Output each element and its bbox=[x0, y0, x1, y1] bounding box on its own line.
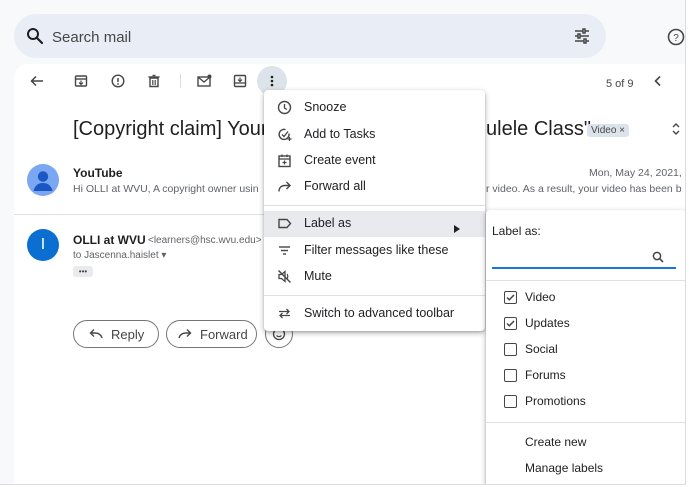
mark-unread-icon[interactable] bbox=[197, 74, 212, 93]
checkbox-social[interactable] bbox=[504, 343, 517, 356]
label-icon bbox=[277, 216, 292, 236]
message-sender: OLLI at WVU bbox=[73, 233, 146, 247]
menu-item-label: Snooze bbox=[304, 100, 347, 114]
label-option-updates[interactable]: Updates bbox=[525, 316, 570, 330]
menu-item-filter[interactable]: Filter messages like these bbox=[264, 238, 485, 264]
pager-count: 5 of 9 bbox=[606, 78, 634, 90]
swap-icon bbox=[277, 306, 292, 326]
message-snippet-continued[interactable]: r video. As a result, your video has bee… bbox=[486, 183, 682, 195]
checkbox-video[interactable] bbox=[504, 291, 517, 304]
report-spam-icon[interactable] bbox=[111, 74, 125, 93]
label-option-video[interactable]: Video bbox=[525, 290, 555, 304]
gmail-window: ? 5 of 9 [Copyright claim] Your v ulele … bbox=[0, 0, 686, 485]
menu-item-label: Switch to advanced toolbar bbox=[304, 306, 455, 320]
add-task-icon bbox=[277, 127, 292, 147]
menu-item-label: Add to Tasks bbox=[304, 127, 376, 141]
expand-all-icon[interactable] bbox=[671, 121, 681, 142]
create-new-label-link[interactable]: Create new bbox=[525, 435, 586, 449]
label-option-forums[interactable]: Forums bbox=[525, 368, 566, 382]
menu-divider bbox=[264, 295, 485, 296]
search-icon[interactable] bbox=[652, 250, 664, 268]
submenu-divider bbox=[486, 280, 685, 281]
avatar-olli: I bbox=[27, 229, 59, 261]
arrow-back-icon[interactable] bbox=[30, 74, 44, 93]
show-trimmed-button[interactable]: ••• bbox=[73, 266, 93, 277]
menu-item-label: Mute bbox=[304, 269, 332, 283]
avatar-letter: I bbox=[40, 236, 46, 253]
reply-button[interactable]: Reply bbox=[73, 320, 159, 348]
menu-item-label: Forward all bbox=[304, 179, 366, 193]
menu-item-label: Create event bbox=[304, 153, 376, 167]
label-option-social[interactable]: Social bbox=[525, 342, 558, 356]
checkmark-icon bbox=[506, 320, 515, 327]
label-as-title: Label as: bbox=[492, 224, 541, 238]
clock-icon bbox=[277, 100, 292, 120]
reply-label: Reply bbox=[111, 327, 145, 342]
thread-subject: [Copyright claim] Your v bbox=[73, 118, 284, 140]
archive-icon[interactable] bbox=[74, 74, 88, 93]
manage-labels-link[interactable]: Manage labels bbox=[525, 461, 603, 475]
delete-icon[interactable] bbox=[147, 74, 161, 93]
reply-icon bbox=[89, 328, 103, 343]
message-sender: YouTube bbox=[73, 166, 123, 180]
toolbar-divider bbox=[180, 74, 181, 88]
menu-item-forward-all[interactable]: Forward all bbox=[264, 174, 485, 200]
tune-icon[interactable] bbox=[574, 28, 590, 49]
message-date: Mon, May 24, 2021, 2 bbox=[589, 167, 686, 179]
label-chip-video[interactable]: Video × bbox=[587, 124, 630, 137]
sender-email: <learners@hsc.wvu.edu> bbox=[148, 235, 262, 246]
help-icon[interactable]: ? bbox=[667, 28, 685, 51]
menu-divider bbox=[264, 205, 485, 206]
forward-label: Forward bbox=[200, 327, 248, 342]
submenu-arrow-icon bbox=[454, 220, 460, 238]
menu-item-create-event[interactable]: Create event bbox=[264, 148, 485, 174]
menu-item-add-to-tasks[interactable]: Add to Tasks bbox=[264, 122, 485, 148]
label-search-input[interactable] bbox=[492, 247, 676, 269]
menu-item-snooze[interactable]: Snooze bbox=[264, 95, 485, 121]
menu-item-label-as[interactable]: Label as bbox=[264, 211, 485, 237]
move-to-icon[interactable] bbox=[233, 74, 247, 93]
search-icon[interactable] bbox=[26, 27, 44, 50]
chevron-left-icon[interactable] bbox=[652, 74, 664, 93]
filter-icon bbox=[277, 243, 292, 263]
forward-button[interactable]: Forward bbox=[166, 320, 257, 348]
message-snippet[interactable]: Hi OLLI at WVU, A copyright owner usin bbox=[73, 183, 259, 195]
checkbox-forums[interactable] bbox=[504, 369, 517, 382]
more-options-menu: Snooze Add to Tasks Create event Forward… bbox=[264, 90, 485, 331]
mute-icon bbox=[277, 269, 292, 289]
checkbox-promotions[interactable] bbox=[504, 395, 517, 408]
label-as-submenu: Label as: Video Updates Social Forums Pr… bbox=[486, 210, 685, 484]
checkmark-icon bbox=[506, 294, 515, 301]
menu-item-label: Label as bbox=[304, 216, 352, 230]
svg-text:?: ? bbox=[673, 33, 679, 44]
checkbox-updates[interactable] bbox=[504, 317, 517, 330]
menu-item-advanced-toolbar[interactable]: Switch to advanced toolbar bbox=[264, 301, 485, 327]
search-bar[interactable] bbox=[14, 14, 606, 58]
calendar-icon bbox=[277, 153, 292, 173]
label-option-promotions[interactable]: Promotions bbox=[525, 394, 586, 408]
thread-subject-continued: ulele Class" bbox=[486, 118, 591, 140]
forward-icon bbox=[178, 328, 192, 343]
menu-item-mute[interactable]: Mute bbox=[264, 264, 485, 290]
avatar-youtube bbox=[27, 164, 59, 196]
submenu-divider bbox=[486, 422, 685, 423]
search-input[interactable] bbox=[50, 24, 534, 50]
forward-icon bbox=[277, 179, 292, 199]
recipient-details[interactable]: to Jascenna.haislet ▾ bbox=[73, 250, 166, 261]
menu-item-label: Filter messages like these bbox=[304, 243, 449, 257]
